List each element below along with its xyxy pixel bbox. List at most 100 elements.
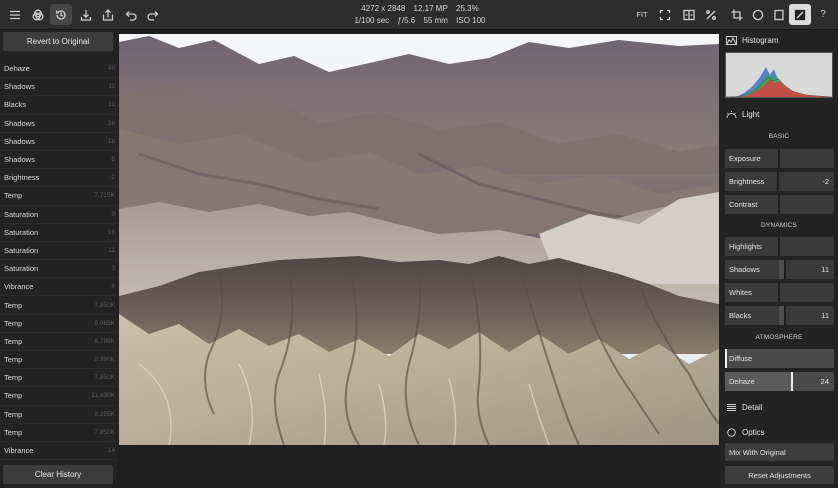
dehaze-value: 24: [820, 377, 829, 386]
history-item[interactable]: Vibrance 14: [0, 442, 118, 461]
adjust-button[interactable]: [789, 4, 811, 25]
history-item[interactable]: Saturation 9: [0, 206, 118, 224]
history-item[interactable]: Temp 7,850K: [0, 296, 118, 315]
history-item-label: Shadows: [4, 118, 35, 128]
shadows-slider-thumb[interactable]: [784, 260, 786, 279]
contrast-label: Contrast: [729, 200, 758, 209]
fit-button[interactable]: FIT: [631, 4, 653, 25]
help-button[interactable]: ?: [812, 4, 834, 25]
reset-adjustments-button[interactable]: Reset Adjustments: [725, 466, 834, 484]
clear-history-label: Clear History: [34, 470, 82, 479]
history-item-label: Brightness: [4, 173, 40, 183]
history-item[interactable]: Temp 8,255K: [0, 406, 118, 424]
history-item[interactable]: Temp 7,850K: [0, 369, 118, 388]
history-item[interactable]: Shadows 26: [0, 115, 118, 133]
dehaze-slider-thumb[interactable]: [791, 372, 793, 391]
blacks-slider[interactable]: Blacks 11: [725, 306, 834, 325]
filters-button[interactable]: [27, 4, 49, 25]
share-button[interactable]: [97, 4, 119, 25]
highlights-slider[interactable]: Highlights: [725, 237, 834, 256]
histogram-chart: [725, 52, 833, 98]
history-item[interactable]: Brightness -2: [0, 169, 118, 188]
brightness-slider-thumb[interactable]: [777, 172, 779, 191]
highlights-slider-thumb[interactable]: [778, 237, 780, 256]
history-item[interactable]: Temp 7,850K: [0, 424, 118, 442]
history-item-value: 16: [107, 228, 115, 236]
histogram-section-header[interactable]: Histogram: [726, 36, 778, 45]
diffuse-slider[interactable]: Diffuse: [725, 349, 834, 368]
history-item[interactable]: Temp 7,715K: [0, 187, 118, 206]
top-toolbar: 4272 x 2848 12.17 MP 25.3% 1/100 sec ƒ/5…: [0, 0, 838, 30]
whites-slider-thumb[interactable]: [778, 283, 780, 302]
layers-button[interactable]: [768, 4, 790, 25]
exposure-slider[interactable]: Exposure: [725, 149, 834, 168]
history-item[interactable]: Saturation 16: [0, 224, 118, 242]
history-item[interactable]: Shadows 6: [0, 151, 118, 170]
contrast-slider-thumb[interactable]: [778, 195, 780, 214]
history-item[interactable]: Temp 8,390K: [0, 351, 118, 370]
history-item[interactable]: Shadows 18: [0, 133, 118, 151]
exposure-slider-thumb[interactable]: [778, 149, 780, 168]
clear-history-button[interactable]: Clear History: [3, 465, 113, 484]
mask-button[interactable]: [747, 4, 769, 25]
compare-split-icon: [683, 9, 695, 20]
history-item[interactable]: Saturation 3: [0, 260, 118, 279]
history-item[interactable]: Blacks 11: [0, 96, 118, 115]
blacks-slider-thumb[interactable]: [784, 306, 786, 325]
whites-label: Whites: [729, 288, 752, 297]
history-item-label: Temp: [4, 373, 23, 383]
undo-button[interactable]: [120, 4, 142, 25]
mix-with-original-button[interactable]: Mix With Original: [725, 443, 834, 461]
optics-lens-icon: [727, 428, 736, 437]
contrast-slider[interactable]: Contrast: [725, 195, 834, 214]
history-list: Dehaze 49 Shadows 11 Blacks 11 Shadows 26 Shadow…: [0, 60, 118, 461]
history-item[interactable]: Shadows 11: [0, 78, 118, 97]
dehaze-slider[interactable]: Dehaze 24: [725, 372, 834, 391]
light-icon: [726, 111, 737, 119]
history-item-value: 49: [107, 65, 115, 73]
focal-length: 55 mm: [423, 15, 448, 25]
history-item-value: 7,850K: [94, 374, 115, 382]
history-item-label: Saturation: [4, 245, 39, 255]
history-item-label: Saturation: [4, 209, 39, 219]
photo-canvas[interactable]: [119, 34, 719, 445]
history-item-label: Blacks: [4, 100, 27, 110]
history-item-label: Saturation: [4, 264, 39, 274]
compare-button[interactable]: [678, 4, 700, 25]
blacks-value: 11: [821, 311, 829, 320]
menu-button[interactable]: [4, 4, 26, 25]
shadows-label: Shadows: [729, 265, 760, 274]
exposure-label: Exposure: [729, 154, 761, 163]
history-item[interactable]: Temp 9,065K: [0, 315, 118, 333]
expand-icon: [659, 9, 671, 20]
redo-button[interactable]: [142, 4, 164, 25]
history-item[interactable]: Vibrance 6: [0, 278, 118, 297]
history-button[interactable]: [50, 4, 72, 25]
download-icon: [80, 9, 92, 21]
blacks-label: Blacks: [729, 311, 752, 320]
image-dimensions: 4272 x 2848: [361, 4, 406, 13]
whites-slider[interactable]: Whites: [725, 283, 834, 302]
history-item-value: 7,850K: [94, 428, 115, 436]
revert-to-original-button[interactable]: Revert to Original: [3, 32, 113, 51]
history-item-value: -2: [109, 174, 115, 182]
brightness-slider[interactable]: Brightness -2: [725, 172, 834, 191]
history-item[interactable]: Temp 11,630K: [0, 387, 118, 406]
histogram-graph: [725, 67, 833, 98]
optics-section-header[interactable]: Optics: [726, 428, 765, 437]
shadows-slider[interactable]: Shadows 11: [725, 260, 834, 279]
fullscreen-button[interactable]: [654, 4, 676, 25]
crop-icon: [731, 9, 743, 20]
light-section-header[interactable]: Light: [726, 110, 759, 119]
history-item[interactable]: Dehaze 49: [0, 60, 118, 79]
aperture: ƒ/5.6: [397, 15, 416, 25]
crop-button[interactable]: [726, 4, 748, 25]
history-item[interactable]: Saturation 11: [0, 242, 118, 261]
diffuse-slider-thumb[interactable]: [725, 349, 727, 368]
history-item-label: Shadows: [4, 136, 35, 146]
import-button[interactable]: [75, 4, 97, 25]
percent-button[interactable]: [700, 4, 722, 25]
highlights-label: Highlights: [729, 242, 762, 251]
detail-section-header[interactable]: Detail: [726, 403, 762, 412]
history-item[interactable]: Temp 8,799K: [0, 333, 118, 351]
